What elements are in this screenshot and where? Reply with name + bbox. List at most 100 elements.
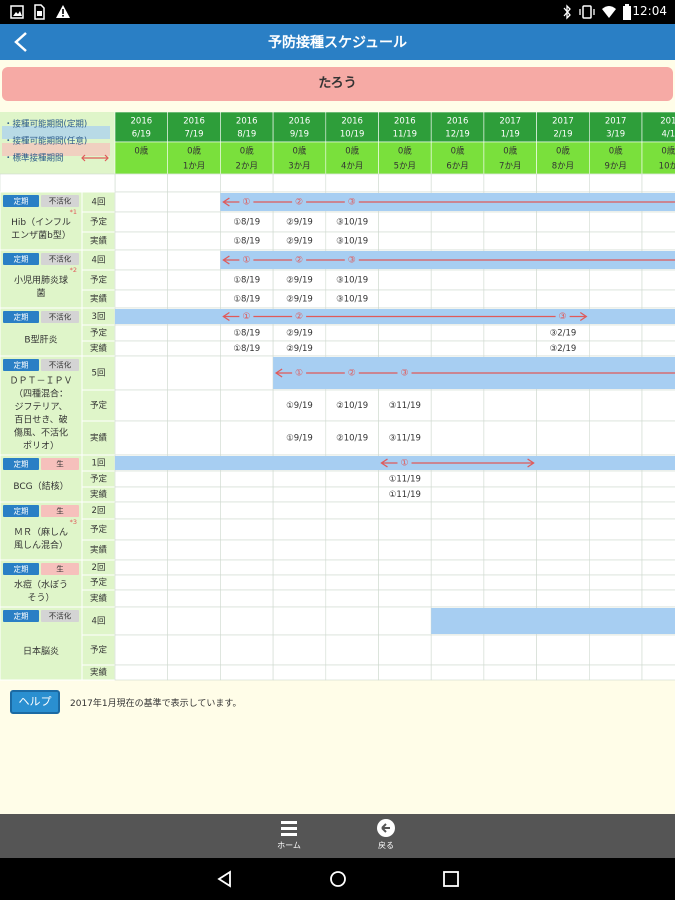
vaccine-name-line: そう） (27, 593, 54, 604)
column-year: 2016 (236, 117, 258, 127)
actual-date: ①11/19 (389, 490, 421, 500)
actual-label: 実績 (90, 593, 108, 604)
schedule-cell (220, 470, 274, 488)
status-bar: 12:04 (0, 0, 675, 24)
vaccine-name-line: （四種混合： (14, 388, 68, 400)
teiki-badge-text: 定期 (14, 506, 29, 516)
dose-number-mark: ③ (348, 256, 356, 266)
schedule-cell (167, 664, 221, 681)
actual-date: ②9/19 (286, 295, 313, 305)
schedule-cell (641, 518, 675, 541)
schedule-cell (220, 420, 274, 456)
schedule-cell (588, 269, 643, 291)
home-menu-icon (281, 821, 297, 836)
home-circle-icon[interactable] (329, 870, 347, 888)
schedule-cell (536, 211, 590, 233)
schedule-cell (378, 231, 432, 251)
schedule-cell (641, 211, 675, 233)
schedule-cell (483, 518, 537, 541)
actual-date: ①8/19 (233, 237, 260, 247)
home-toolbar-button[interactable]: ホーム (269, 818, 309, 851)
schedule-cell (325, 518, 379, 541)
dose-count: 4回 (92, 198, 106, 208)
schedule-cell (378, 664, 432, 681)
column-age-years: 0歳 (187, 146, 201, 157)
spacer-cell (378, 173, 432, 193)
schedule-cell (167, 539, 221, 561)
vaccine-name-line: 小児用肺炎球 (14, 274, 68, 286)
dose-number-mark: ② (295, 312, 303, 322)
schedule-cell (430, 518, 485, 541)
schedule-cell (378, 634, 432, 666)
spacer-cell (114, 173, 169, 193)
dose-count: 1回 (92, 459, 106, 469)
dose-count: 2回 (92, 563, 106, 573)
column-date: 11/19 (393, 130, 418, 140)
schedule-cell (220, 574, 274, 591)
actual-label: 実績 (90, 294, 108, 305)
vaccine-name-line: ＤＰＴ－ＩＰＶ (9, 377, 72, 387)
spacer-cell (430, 173, 485, 193)
column-year: 2016 (289, 117, 311, 127)
teiki-badge-text: 定期 (14, 254, 29, 264)
column-age-years: 0歳 (503, 146, 517, 157)
dose-number-mark: ③ (559, 312, 567, 322)
planned-date: ③10/19 (336, 276, 368, 286)
schedule-cell (536, 518, 590, 541)
actual-date: ③11/19 (389, 434, 421, 444)
column-date: 8/19 (237, 130, 256, 140)
schedule-cell (220, 664, 274, 681)
schedule-cell (114, 355, 169, 391)
schedule-cell (641, 470, 675, 488)
schedule-cell (325, 470, 379, 488)
actual-date: ①8/19 (233, 344, 260, 354)
schedule-grid[interactable]: ・接種可能期間(定期) ・接種可能期間(任意) ・標準接種期間 2016 6/19 0歳 2… (0, 112, 675, 682)
column-year: 2016 (183, 117, 205, 127)
schedule-cell (588, 231, 643, 251)
dose-number-mark: ② (295, 256, 303, 266)
vaccine-name-line: エンザ菌b型） (11, 229, 71, 241)
schedule-cell (167, 289, 221, 309)
schedule-cell (167, 420, 221, 456)
column-age-years: 0歳 (556, 146, 570, 157)
vaccine-name-line: ポリオ） (23, 441, 59, 452)
schedule-cell (114, 389, 169, 422)
schedule-cell (325, 634, 379, 666)
vaccine-name-line: ＭＲ（麻しん (14, 526, 68, 538)
actual-date: ③2/19 (550, 344, 577, 354)
schedule-cell (220, 539, 274, 561)
schedule-cell (167, 389, 221, 422)
schedule-cell (114, 211, 169, 233)
footnote-mark: *2 (70, 266, 77, 274)
legend-label: ・標準接種期間 (4, 153, 64, 164)
actual-date: ①8/19 (233, 295, 260, 305)
dose-number-mark: ② (295, 198, 303, 208)
recents-square-icon[interactable] (442, 870, 460, 888)
schedule-cell (378, 574, 432, 591)
actual-label: 実績 (90, 489, 108, 500)
schedule-cell (114, 606, 169, 636)
schedule-cell (272, 589, 327, 608)
kind-badge-text: 不活化 (49, 611, 72, 621)
schedule-cell (536, 539, 590, 561)
schedule-cell (114, 324, 169, 342)
back-triangle-icon[interactable] (216, 870, 234, 888)
schedule-cell (167, 606, 221, 636)
spacer-cell (641, 173, 675, 193)
help-button[interactable]: ヘルプ (10, 690, 60, 714)
return-toolbar-button[interactable]: 戻る (366, 818, 406, 851)
column-age-months: 4か月 (341, 162, 363, 172)
schedule-cell (114, 664, 169, 681)
schedule-cell (641, 420, 675, 456)
schedule-cell (325, 559, 379, 576)
schedule-cell (167, 574, 221, 591)
planned-label: 予定 (90, 645, 108, 656)
schedule-cell (114, 574, 169, 591)
schedule-cell (167, 324, 221, 342)
schedule-cell (114, 231, 169, 251)
column-age-years: 0歳 (134, 146, 148, 157)
schedule-cell (167, 269, 221, 291)
child-name-bar[interactable]: たろう (2, 67, 673, 101)
kind-badge-text: 不活化 (49, 312, 72, 322)
schedule-cell (588, 470, 643, 488)
